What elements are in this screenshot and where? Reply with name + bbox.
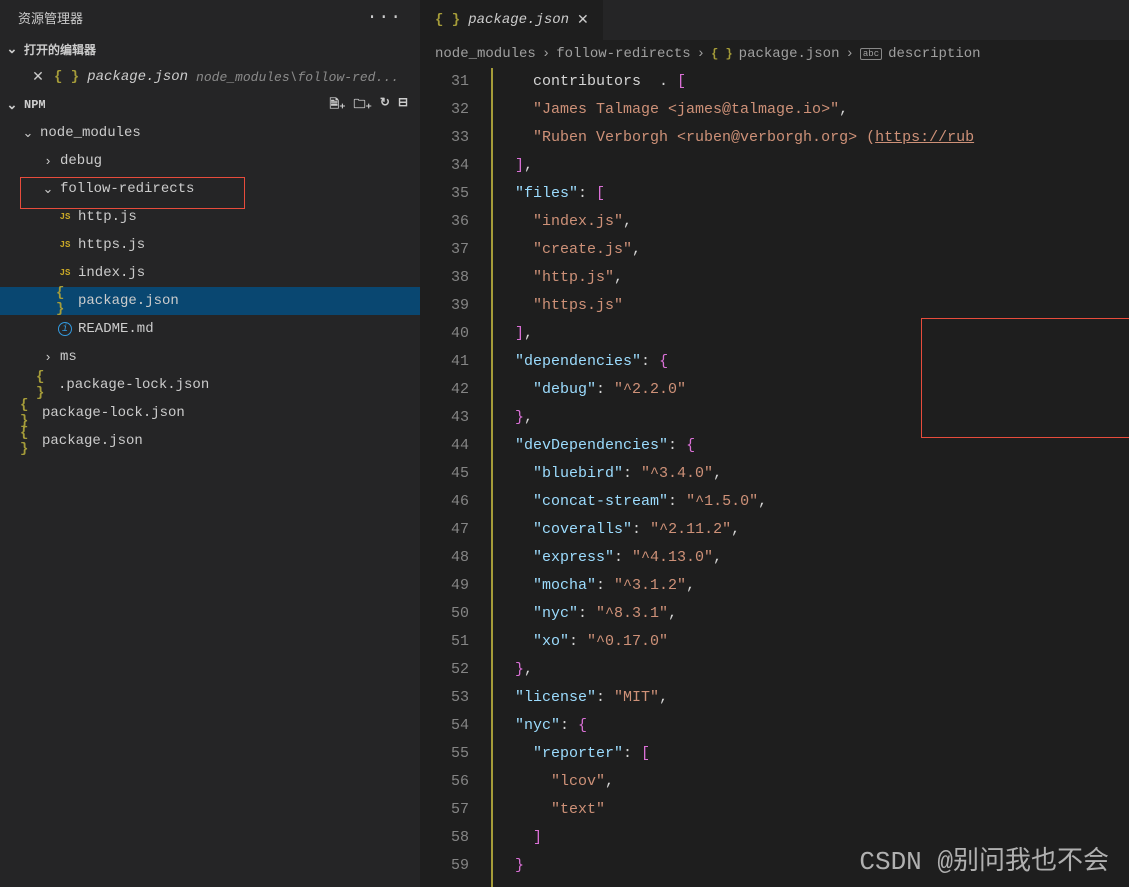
open-file-path: node_modules\follow-red...	[196, 70, 399, 85]
chevron-down-icon: ⌄	[4, 98, 20, 113]
json-icon: { }	[56, 285, 74, 317]
line-gutter: 3132333435363738394041424344454647484950…	[421, 68, 491, 887]
crumb-description[interactable]: description	[888, 46, 980, 62]
chevron-right-icon: ›	[697, 46, 705, 62]
tree-file-readme[interactable]: i README.md	[0, 315, 420, 343]
crumb-follow-redirects[interactable]: follow-redirects	[556, 46, 690, 62]
tab-package-json[interactable]: { } package.json ✕	[421, 0, 603, 40]
explorer-sidebar: 资源管理器 ··· ⌄ 打开的编辑器 ✕ { } package.json no…	[0, 0, 421, 887]
tree-file-root-package-json[interactable]: { } package.json	[0, 427, 420, 455]
chevron-down-icon: ⌄	[40, 182, 56, 197]
js-icon: JS	[56, 212, 74, 222]
chevron-right-icon: ›	[40, 350, 56, 365]
breadcrumb[interactable]: node_modules › follow-redirects › { } pa…	[421, 40, 1129, 68]
collapse-icon[interactable]: ⊟	[398, 95, 408, 116]
tree-file-index-js[interactable]: JS index.js	[0, 259, 420, 287]
tab-label: package.json	[468, 12, 569, 28]
npm-label: NPM	[24, 98, 46, 112]
chevron-right-icon: ›	[846, 46, 854, 62]
file-tree: ⌄ node_modules › debug ⌄ follow-redirect…	[0, 119, 420, 455]
chevron-down-icon: ⌄	[4, 42, 20, 57]
tree-file-package-json[interactable]: { } package.json	[0, 287, 420, 315]
editor-tabs: { } package.json ✕	[421, 0, 1129, 40]
explorer-header: 资源管理器 ···	[0, 0, 420, 35]
js-icon: JS	[56, 240, 74, 250]
crumb-package-json[interactable]: package.json	[739, 46, 840, 62]
tree-folder-follow-redirects[interactable]: ⌄ follow-redirects	[0, 175, 420, 203]
tree-folder-node-modules[interactable]: ⌄ node_modules	[0, 119, 420, 147]
json-icon: { }	[711, 47, 733, 61]
tree-folder-debug[interactable]: › debug	[0, 147, 420, 175]
more-icon[interactable]: ···	[367, 8, 402, 28]
info-icon: i	[56, 322, 74, 336]
open-editors-header[interactable]: ⌄ 打开的编辑器	[0, 35, 420, 63]
refresh-icon[interactable]: ↻	[380, 95, 390, 116]
tree-folder-ms[interactable]: › ms	[0, 343, 420, 371]
tree-file-https-js[interactable]: JS https.js	[0, 231, 420, 259]
code-content[interactable]: contributors . [ "James Talmage <james@t…	[491, 68, 1129, 887]
json-icon: { }	[20, 425, 38, 457]
open-file-name: package.json	[87, 69, 188, 85]
chevron-down-icon: ⌄	[20, 126, 36, 141]
npm-section-header[interactable]: ⌄ NPM 🗎₊ 🗀₊ ↻ ⊟	[0, 91, 420, 119]
editor-pane: { } package.json ✕ node_modules › follow…	[421, 0, 1129, 887]
npm-actions: 🗎₊ 🗀₊ ↻ ⊟	[330, 95, 416, 116]
open-editors-label: 打开的编辑器	[24, 41, 96, 58]
chevron-right-icon: ›	[542, 46, 550, 62]
new-folder-icon[interactable]: 🗀₊	[354, 95, 372, 116]
open-file-row[interactable]: ✕ { } package.json node_modules\follow-r…	[0, 63, 420, 91]
string-icon: abc	[860, 48, 882, 60]
chevron-right-icon: ›	[40, 154, 56, 169]
watermark: CSDN @别问我也不会	[859, 840, 1109, 877]
close-icon[interactable]: ✕	[577, 12, 589, 29]
tree-file-package-lock-dot[interactable]: { } .package-lock.json	[0, 371, 420, 399]
json-icon: { }	[435, 12, 460, 28]
tree-file-package-lock[interactable]: { } package-lock.json	[0, 399, 420, 427]
js-icon: JS	[56, 268, 74, 278]
tree-file-http-js[interactable]: JS http.js	[0, 203, 420, 231]
close-icon[interactable]: ✕	[30, 69, 46, 86]
code-editor[interactable]: 3132333435363738394041424344454647484950…	[421, 68, 1129, 887]
new-file-icon[interactable]: 🗎₊	[330, 95, 346, 116]
json-icon: { }	[36, 369, 54, 401]
crumb-node-modules[interactable]: node_modules	[435, 46, 536, 62]
json-icon: { }	[54, 69, 79, 85]
explorer-title: 资源管理器	[18, 8, 83, 27]
